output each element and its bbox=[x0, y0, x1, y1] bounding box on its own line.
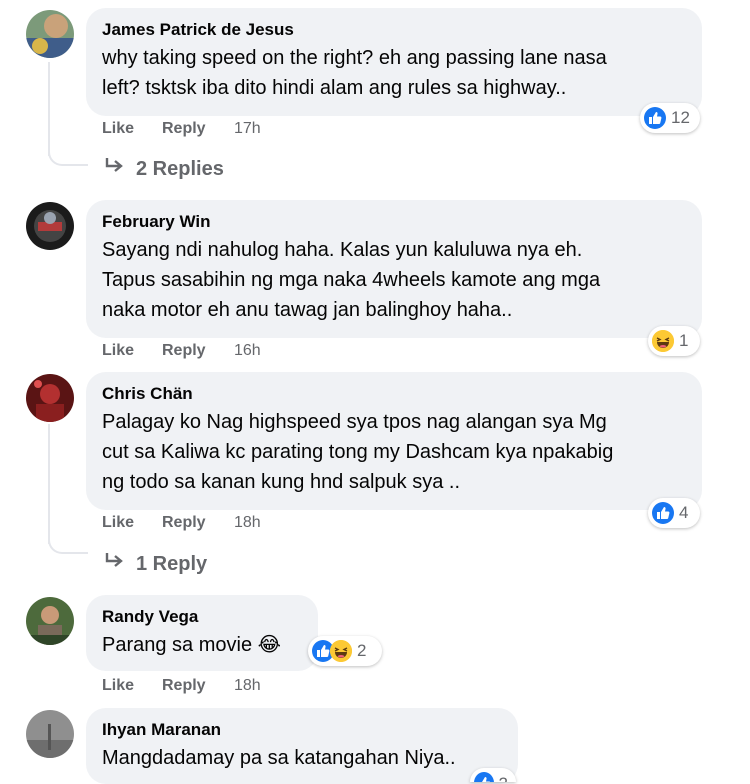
reaction-summary[interactable]: 12 bbox=[640, 103, 700, 133]
comment-text: Sayang ndi nahulog haha. Kalas yun kalul… bbox=[102, 235, 686, 325]
reply-button[interactable]: Reply bbox=[162, 677, 234, 695]
like-button[interactable]: Like bbox=[102, 120, 162, 138]
like-button[interactable]: Like bbox=[102, 514, 162, 532]
haha-reaction-icon bbox=[652, 330, 674, 352]
like-button[interactable]: Like bbox=[102, 342, 162, 360]
reaction-count: 4 bbox=[679, 503, 689, 522]
comment-text-line: ng todo sa kanan kung hnd salpuk sya .. bbox=[102, 471, 461, 493]
view-replies-label: 1 Reply bbox=[136, 552, 208, 575]
reaction-summary[interactable]: 4 bbox=[648, 498, 700, 528]
reaction-count: 2 bbox=[357, 641, 367, 660]
thread-line bbox=[48, 424, 50, 544]
avatar[interactable] bbox=[26, 10, 74, 58]
reaction-summary[interactable]: 2 bbox=[470, 768, 516, 782]
like-button[interactable]: Like bbox=[102, 677, 162, 695]
reply-arrow-icon bbox=[104, 157, 124, 181]
timestamp[interactable]: 18h bbox=[234, 677, 261, 695]
comment-actions: Like Reply 18h bbox=[102, 677, 261, 695]
comment-author[interactable]: Ihyan Maranan bbox=[102, 719, 502, 741]
reply-button[interactable]: Reply bbox=[162, 342, 234, 360]
reaction-count: 2 bbox=[499, 774, 508, 782]
comment-text: Mangdadamay pa sa katangahan Niya.. bbox=[102, 743, 502, 773]
reaction-summary[interactable]: 2 bbox=[308, 636, 382, 666]
comment-text-line: Parang sa movie 😂 bbox=[102, 634, 282, 656]
avatar[interactable] bbox=[26, 710, 74, 758]
avatar[interactable] bbox=[26, 374, 74, 422]
comment-actions: Like Reply 18h bbox=[102, 514, 261, 532]
comment-text: Palagay ko Nag highspeed sya tpos nag al… bbox=[102, 407, 686, 497]
comment-author[interactable]: February Win bbox=[102, 211, 686, 233]
comment-text-line: Sayang ndi nahulog haha. Kalas yun kalul… bbox=[102, 239, 583, 261]
comment-author[interactable]: Randy Vega bbox=[102, 606, 302, 628]
reply-button[interactable]: Reply bbox=[162, 120, 234, 138]
comment-bubble: James Patrick de Jesus why taking speed … bbox=[86, 8, 702, 116]
like-reaction-icon bbox=[652, 502, 674, 524]
reply-arrow-icon bbox=[104, 552, 124, 576]
avatar[interactable] bbox=[26, 597, 74, 645]
comment-text-line: why taking speed on the right? eh ang pa… bbox=[102, 47, 607, 69]
comment-author[interactable]: Chris Chän bbox=[102, 383, 686, 405]
reaction-count: 1 bbox=[679, 331, 689, 350]
comment-text-line: naka motor eh anu tawag jan balinghoy ha… bbox=[102, 299, 513, 321]
thread-connector bbox=[48, 538, 88, 554]
comment-text-line: Palagay ko Nag highspeed sya tpos nag al… bbox=[102, 411, 607, 433]
comment-bubble: Ihyan Maranan Mangdadamay pa sa katangah… bbox=[86, 708, 518, 784]
view-replies-link[interactable]: 1 Reply bbox=[104, 552, 207, 576]
comment-text-line: cut sa Kaliwa kc parating tong my Dashca… bbox=[102, 441, 614, 463]
comment-bubble: Chris Chän Palagay ko Nag highspeed sya … bbox=[86, 372, 702, 510]
timestamp[interactable]: 17h bbox=[234, 120, 261, 138]
thread-connector bbox=[48, 150, 88, 166]
reaction-count: 12 bbox=[671, 108, 690, 127]
view-replies-label: 2 Replies bbox=[136, 157, 224, 180]
haha-reaction-icon bbox=[330, 640, 352, 662]
comment-bubble: Randy Vega Parang sa movie 😂 bbox=[86, 595, 318, 671]
comment-text-line: left? tsktsk iba dito hindi alam ang rul… bbox=[102, 77, 567, 99]
avatar[interactable] bbox=[26, 202, 74, 250]
comment-author[interactable]: James Patrick de Jesus bbox=[102, 19, 686, 41]
reaction-summary[interactable]: 1 bbox=[648, 326, 700, 356]
like-reaction-icon bbox=[474, 772, 494, 782]
like-reaction-icon bbox=[644, 107, 666, 129]
comment-text: Parang sa movie 😂 bbox=[102, 630, 302, 660]
view-replies-link[interactable]: 2 Replies bbox=[104, 157, 224, 181]
comment-actions: Like Reply 17h bbox=[102, 120, 261, 138]
thread-line bbox=[48, 62, 50, 156]
comment-text-line: Tapus sasabihin ng mga naka 4wheels kamo… bbox=[102, 269, 601, 291]
timestamp[interactable]: 16h bbox=[234, 342, 261, 360]
comment-text-line: Mangdadamay pa sa katangahan Niya.. bbox=[102, 747, 456, 769]
comment-bubble: February Win Sayang ndi nahulog haha. Ka… bbox=[86, 200, 702, 338]
timestamp[interactable]: 18h bbox=[234, 514, 261, 532]
reply-button[interactable]: Reply bbox=[162, 514, 234, 532]
comment-actions: Like Reply 16h bbox=[102, 342, 261, 360]
comment-text: why taking speed on the right? eh ang pa… bbox=[102, 43, 686, 103]
